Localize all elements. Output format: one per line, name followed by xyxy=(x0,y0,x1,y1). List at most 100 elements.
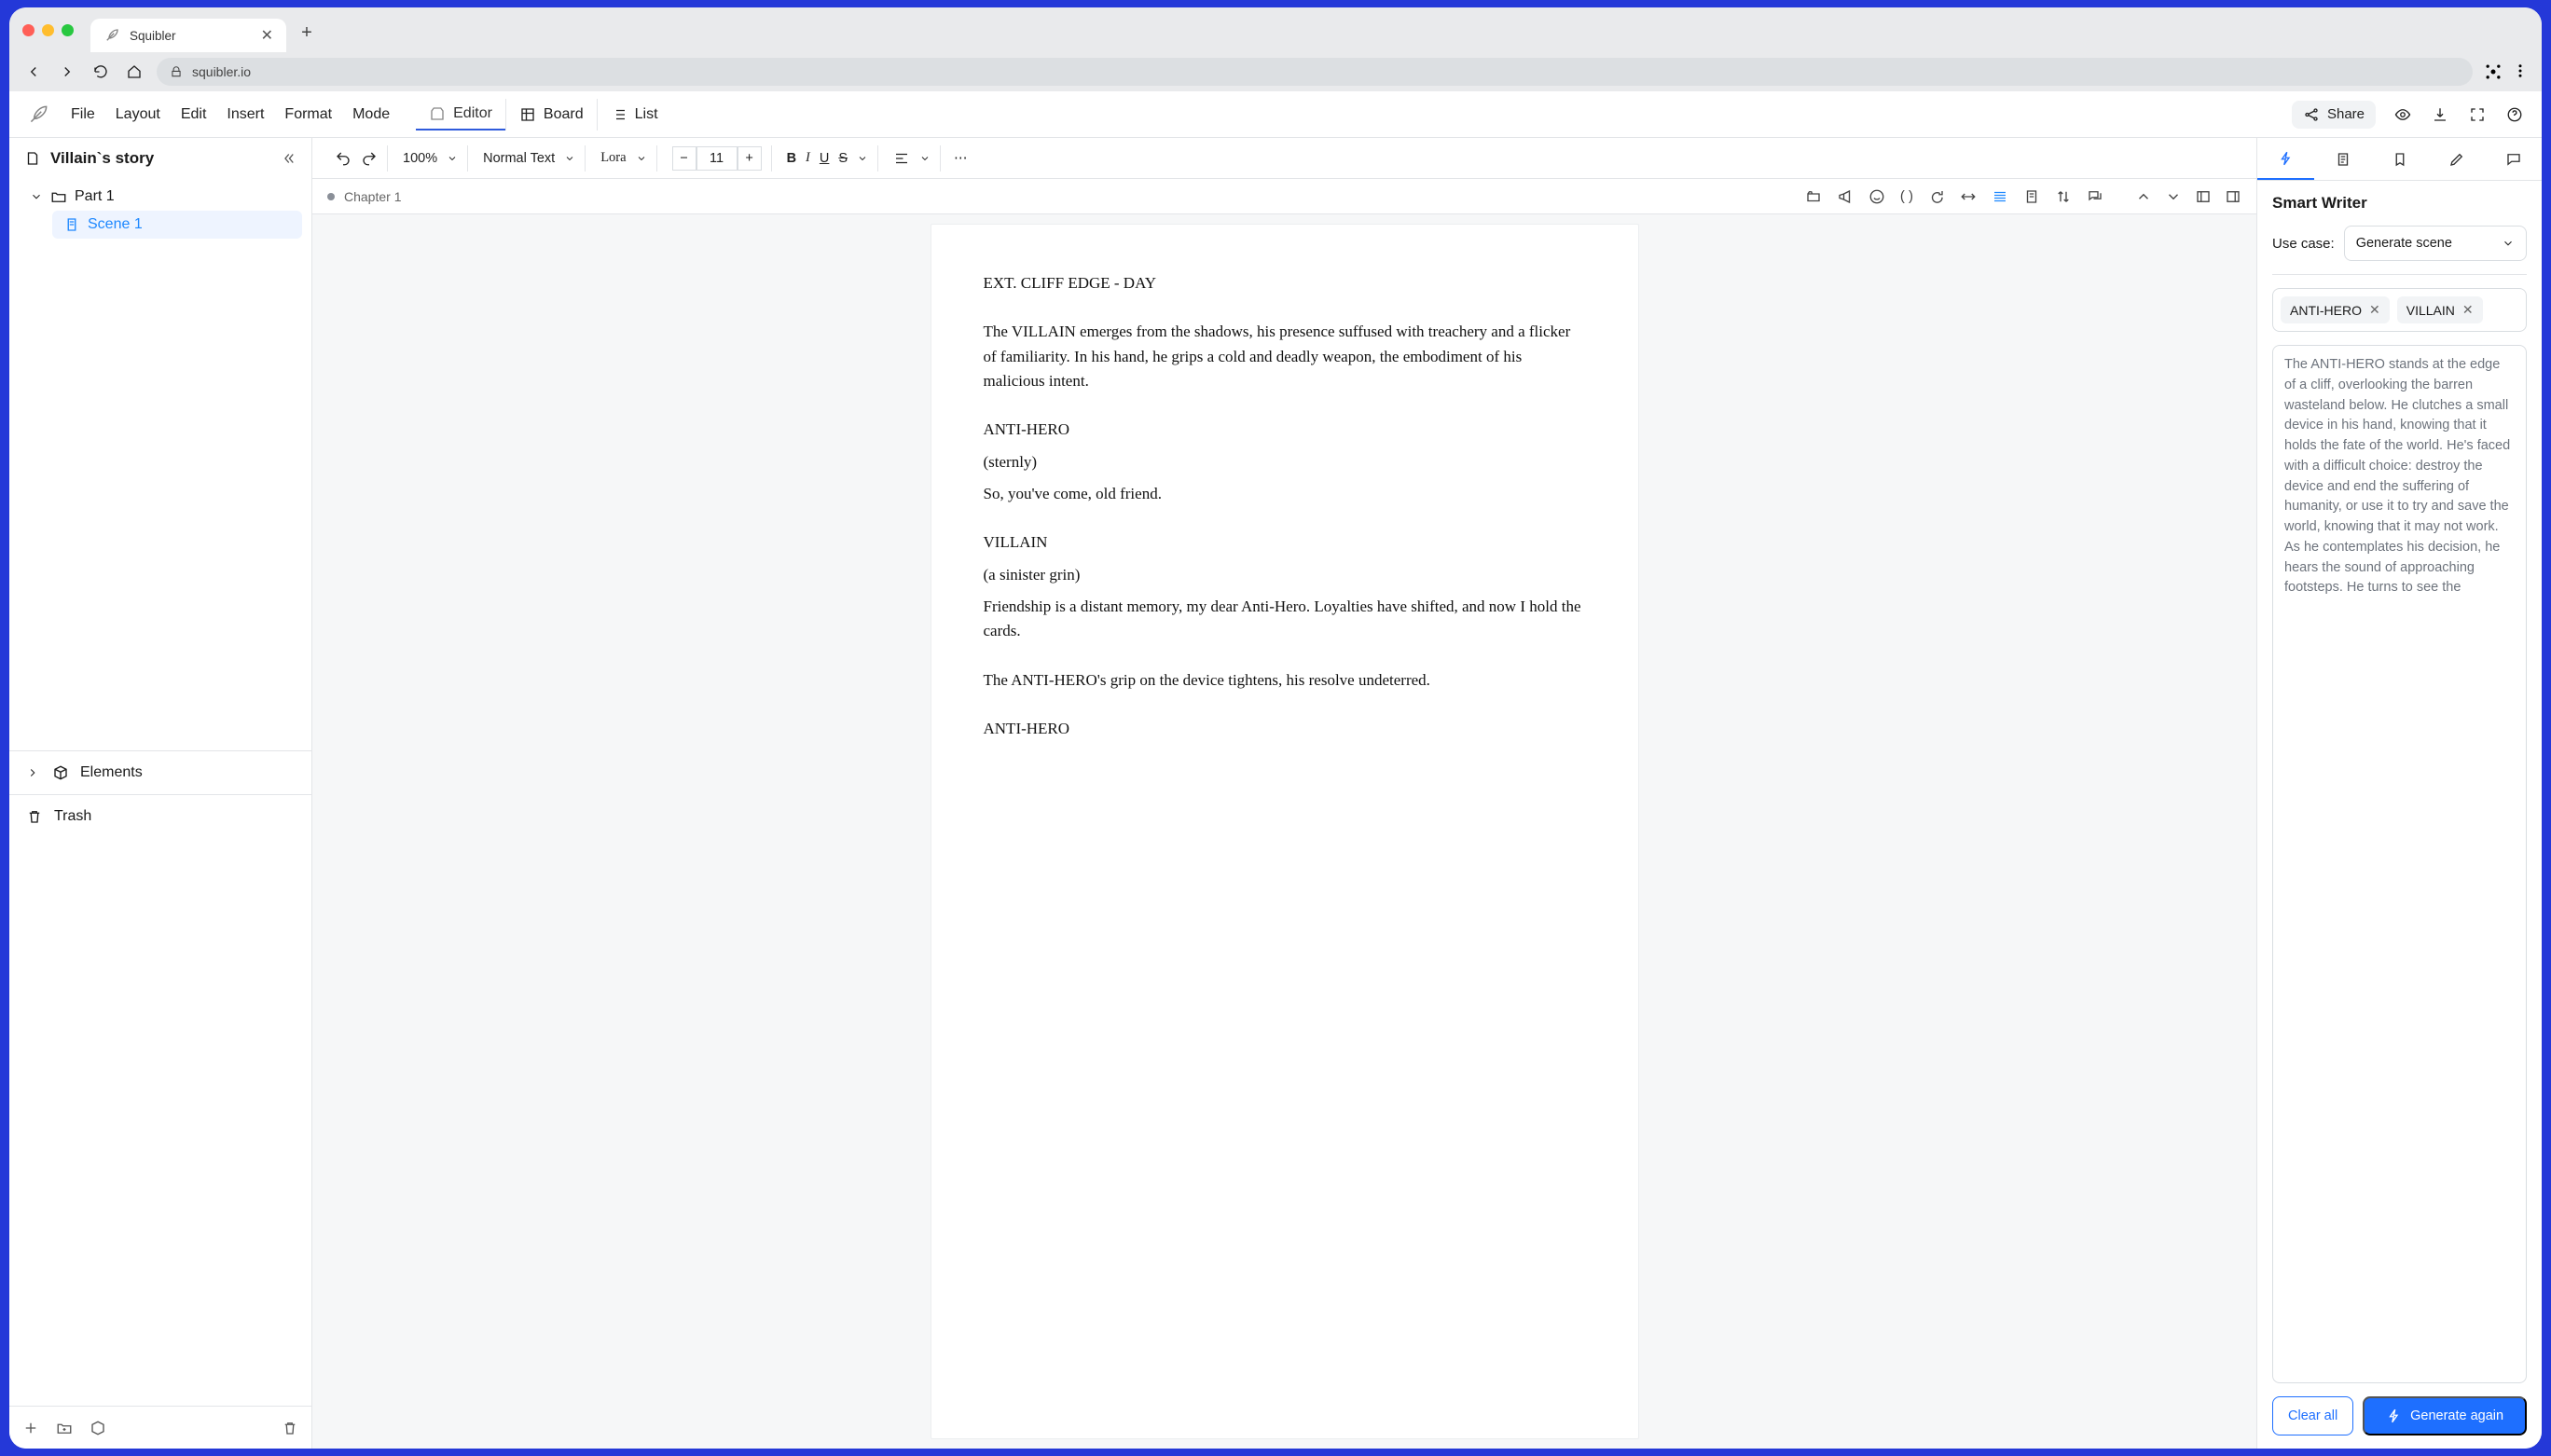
chip-remove-icon[interactable]: ✕ xyxy=(2369,302,2380,318)
preview-icon[interactable] xyxy=(2392,104,2413,125)
divider xyxy=(2272,274,2527,275)
strike-icon[interactable]: S xyxy=(838,151,848,166)
delete-icon[interactable] xyxy=(282,1420,298,1436)
sort-icon[interactable] xyxy=(2055,188,2072,205)
menu-format[interactable]: Format xyxy=(284,106,332,123)
help-icon[interactable] xyxy=(2504,104,2525,125)
generate-again-label: Generate again xyxy=(2410,1408,2503,1423)
share-button[interactable]: Share xyxy=(2292,101,2376,129)
font-size-increase[interactable]: + xyxy=(738,146,762,171)
document[interactable]: EXT. CLIFF EDGE - DAYThe VILLAIN emerges… xyxy=(931,224,1639,1439)
comments-icon[interactable] xyxy=(2087,188,2103,205)
document-scroll[interactable]: EXT. CLIFF EDGE - DAYThe VILLAIN emerges… xyxy=(312,214,2256,1449)
trash-section[interactable]: Trash xyxy=(9,794,311,838)
address-bar[interactable]: squibler.io xyxy=(157,58,2473,86)
font-size-value[interactable]: 11 xyxy=(696,146,738,171)
browser-tab[interactable]: Squibler ✕ xyxy=(90,19,286,52)
app-logo[interactable] xyxy=(26,103,50,127)
reload-button[interactable] xyxy=(90,61,112,83)
font-select[interactable]: Lora xyxy=(591,145,656,172)
view-editor[interactable]: Editor xyxy=(416,99,505,130)
panel-left-icon[interactable] xyxy=(2195,188,2212,205)
transition-icon[interactable] xyxy=(1960,188,1977,205)
tree-part-label: Part 1 xyxy=(75,188,115,205)
paragraph-style-select[interactable]: Normal Text xyxy=(474,145,586,172)
character-icon[interactable] xyxy=(1868,188,1885,205)
font-size-stepper: − 11 + xyxy=(663,145,772,172)
use-case-value: Generate scene xyxy=(2356,236,2452,251)
collapse-sidebar-icon[interactable] xyxy=(280,150,296,167)
bold-icon[interactable]: B xyxy=(787,151,796,166)
app-menubar: File Layout Edit Insert Format Mode Edit… xyxy=(9,91,2542,138)
note-icon[interactable] xyxy=(2023,188,2040,205)
panel-right-icon[interactable] xyxy=(2225,188,2241,205)
tab-chat[interactable] xyxy=(2485,138,2542,180)
tab-smart-writer[interactable] xyxy=(2257,138,2314,180)
view-list[interactable]: List xyxy=(597,99,671,130)
outline-tree: Part 1 Scene 1 xyxy=(9,179,311,750)
close-tab-icon[interactable]: ✕ xyxy=(261,26,273,45)
action-icon[interactable] xyxy=(1992,188,2008,205)
back-button[interactable] xyxy=(22,61,45,83)
smart-writer-buttons: Clear all Generate again xyxy=(2272,1396,2527,1435)
prev-chapter-icon[interactable] xyxy=(2135,188,2152,205)
generate-again-button[interactable]: Generate again xyxy=(2363,1396,2527,1435)
chip[interactable]: VILLAIN✕ xyxy=(2397,296,2483,323)
doc-line: Friendship is a distant memory, my dear … xyxy=(984,595,1586,644)
doc-line: ANTI-HERO xyxy=(984,418,1586,442)
elements-section[interactable]: Elements xyxy=(9,750,311,794)
tab-edit[interactable] xyxy=(2428,138,2485,180)
new-tab-button[interactable]: + xyxy=(292,18,322,48)
add-icon[interactable] xyxy=(22,1420,39,1436)
view-board-label: Board xyxy=(544,106,584,123)
view-board[interactable]: Board xyxy=(505,99,597,130)
maximize-window-icon[interactable] xyxy=(62,24,74,36)
new-element-icon[interactable] xyxy=(90,1420,106,1436)
parenthetical-icon[interactable]: ( ) xyxy=(1900,188,1913,204)
undo-icon[interactable] xyxy=(335,150,352,167)
sidebar-footer xyxy=(9,1406,311,1449)
doc-line: VILLAIN xyxy=(984,530,1586,555)
extension-icon[interactable] xyxy=(2484,62,2503,81)
browser-menu-icon[interactable] xyxy=(2512,62,2529,81)
main: Villain`s story Part 1 Scene 1 xyxy=(9,138,2542,1449)
chip[interactable]: ANTI-HERO ✕ xyxy=(2281,296,2390,323)
align-icon[interactable] xyxy=(893,150,910,167)
menu-insert[interactable]: Insert xyxy=(227,106,264,123)
chip-remove-icon[interactable]: ✕ xyxy=(2462,302,2474,318)
close-window-icon[interactable] xyxy=(22,24,34,36)
menu-file[interactable]: File xyxy=(71,106,95,123)
megaphone-icon[interactable] xyxy=(1837,188,1854,205)
fullscreen-icon[interactable] xyxy=(2467,104,2488,125)
italic-icon[interactable]: I xyxy=(806,150,810,166)
forward-button[interactable] xyxy=(56,61,78,83)
chips-input[interactable]: ANTI-HERO✕VILLAIN✕ xyxy=(2272,288,2527,332)
view-editor-label: Editor xyxy=(453,105,492,122)
next-chapter-icon[interactable] xyxy=(2165,188,2182,205)
tab-bookmark[interactable] xyxy=(2371,138,2428,180)
tree-part[interactable]: Part 1 xyxy=(26,183,302,211)
menu-edit[interactable]: Edit xyxy=(181,106,207,123)
format-toolbar: 100% Normal Text Lora − 11 + B xyxy=(312,138,2256,179)
redo-icon[interactable] xyxy=(361,150,378,167)
new-folder-icon[interactable] xyxy=(56,1420,73,1436)
use-case-select[interactable]: Generate scene xyxy=(2344,226,2527,261)
font-size-decrease[interactable]: − xyxy=(672,146,696,171)
download-icon[interactable] xyxy=(2430,104,2450,125)
view-list-label: List xyxy=(635,106,658,123)
chapter-label: Chapter 1 xyxy=(344,189,401,204)
clear-all-button[interactable]: Clear all xyxy=(2272,1396,2353,1435)
underline-icon[interactable]: U xyxy=(820,151,829,166)
zoom-select[interactable]: 100% xyxy=(393,145,468,172)
tab-notes[interactable] xyxy=(2314,138,2371,180)
minimize-window-icon[interactable] xyxy=(42,24,54,36)
scene-slug-icon[interactable] xyxy=(1805,188,1822,205)
menu-mode[interactable]: Mode xyxy=(352,106,390,123)
tree-scene[interactable]: Scene 1 xyxy=(52,211,302,239)
chapter-crumb: Chapter 1 ( ) xyxy=(312,179,2256,214)
chip-label: ANTI-HERO xyxy=(2290,303,2362,318)
menu-layout[interactable]: Layout xyxy=(116,106,160,123)
more-format-icon[interactable]: ⋯ xyxy=(946,151,975,166)
dialogue-icon[interactable] xyxy=(1928,188,1945,205)
home-button[interactable] xyxy=(123,61,145,83)
